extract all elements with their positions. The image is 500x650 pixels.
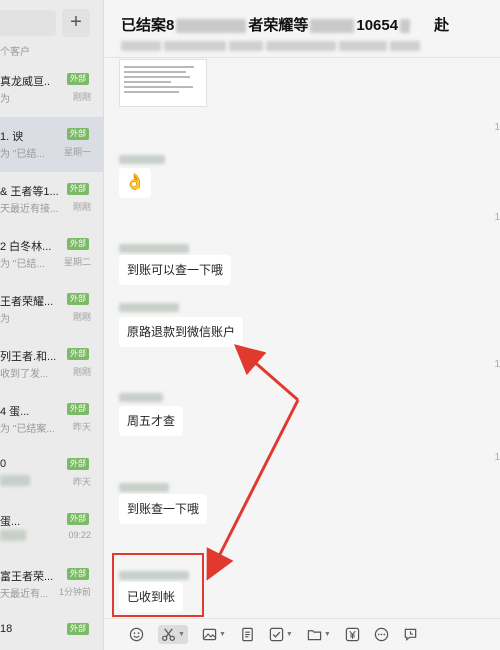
message-bubble[interactable]: 周五才查: [119, 406, 184, 436]
message-time: 1: [494, 122, 500, 133]
conversation-sidebar: + 个客户 真龙威亘.. 外部 为 刚刚 1. 谀 外部 为 "已结... 星期…: [0, 0, 104, 650]
conversation-preview: 为 "已结...: [0, 259, 45, 270]
message-time: 1: [494, 452, 500, 463]
sender-name: [119, 151, 165, 165]
conversation-time: 星期一: [63, 147, 91, 157]
conversation-preview: 为: [0, 314, 10, 325]
conversation-item[interactable]: 0 外部 昨天: [0, 447, 103, 502]
external-tag: 外部: [67, 403, 89, 415]
conversation-name: 2 白冬林...: [0, 241, 52, 253]
add-button[interactable]: +: [62, 9, 90, 37]
search-input[interactable]: [0, 10, 56, 36]
chat-header: 已结案8 者荣耀等 10654 赴: [105, 0, 500, 58]
conversation-time: 09:22: [68, 530, 91, 540]
sender-name: [119, 299, 179, 313]
conversation-name: 列王者.和...: [0, 351, 57, 363]
conversation-time: 刚刚: [72, 367, 91, 377]
emoji-icon[interactable]: [129, 627, 144, 642]
section-label: 个客户: [0, 47, 30, 58]
payment-icon[interactable]: [345, 627, 360, 642]
history-icon[interactable]: [403, 627, 418, 642]
conversation-time: 昨天: [72, 477, 91, 487]
conversation-name: 4 蛋...: [0, 406, 30, 418]
chevron-down-icon[interactable]: ▼: [219, 631, 226, 638]
conversation-name: & 王者等1...: [0, 186, 59, 198]
external-tag: 外部: [67, 348, 89, 360]
conversation-time: 刚刚: [72, 202, 91, 212]
conversation-time: 昨天: [72, 422, 91, 432]
conversation-preview: 收到了发...: [0, 369, 49, 380]
highlight-box: [112, 553, 204, 617]
external-tag: 外部: [67, 238, 89, 250]
message-list: 1 👌 1 到账可以查一下哦 原路退款到微信账户 1 周五才查 1 到账查一下哦…: [105, 59, 500, 618]
conversation-item[interactable]: 2 白冬林... 外部 为 "已结... 星期二: [0, 227, 103, 282]
external-tag: 外部: [67, 128, 89, 140]
message-time: 1: [494, 359, 500, 370]
chat-title-tail: 赴: [434, 17, 450, 34]
conversation-preview: [0, 530, 26, 541]
message-time: 1: [494, 212, 500, 223]
more-icon[interactable]: [374, 627, 389, 642]
conversation-time: 刚刚: [72, 312, 91, 322]
conversation-name: 18: [0, 623, 13, 635]
folder-icon[interactable]: ▼: [307, 627, 331, 642]
conversation-preview: [0, 475, 30, 486]
scissors-icon[interactable]: ▼: [158, 625, 188, 644]
conversation-preview: 为 "已结案...: [0, 424, 55, 435]
external-tag: 外部: [67, 568, 89, 580]
chat-title-end: 10654: [356, 17, 399, 34]
external-tag: 外部: [67, 73, 89, 85]
conversation-time: 刚刚: [72, 92, 91, 102]
conversation-name: 真龙威亘..: [0, 76, 51, 88]
checkbox-icon[interactable]: ▼: [269, 627, 293, 642]
search-row: +: [0, 0, 103, 44]
conversation-time: 1分钟前: [58, 587, 91, 597]
conversation-item[interactable]: & 王者等1... 外部 天最近有接... 刚刚: [0, 172, 103, 227]
message-bubble[interactable]: 原路退款到微信账户: [119, 317, 244, 347]
conversation-item-active[interactable]: 1. 谀 外部 为 "已结... 星期一: [0, 117, 103, 172]
conversation-item[interactable]: 王者荣耀... 外部 为 刚刚: [0, 282, 103, 337]
conversation-time: 星期二: [63, 257, 91, 267]
conversation-item[interactable]: 18 外部: [0, 612, 103, 650]
sender-name: [119, 240, 189, 254]
conversation-name: 蛋...: [0, 516, 21, 528]
chevron-down-icon[interactable]: ▼: [324, 631, 331, 638]
message-bubble[interactable]: 👌: [119, 168, 151, 198]
conversation-name: 王者荣耀...: [0, 296, 54, 308]
sender-name: [119, 479, 169, 493]
message-bubble[interactable]: 到账查一下哦: [119, 494, 208, 524]
conversation-item[interactable]: 4 蛋... 外部 为 "已结案... 昨天: [0, 392, 103, 447]
conversation-name: 1. 谀: [0, 131, 24, 143]
sender-name: [119, 389, 163, 403]
conversation-name: 0: [0, 458, 7, 470]
conversation-preview: 天最近有接...: [0, 204, 59, 215]
chat-title-mid: 者荣耀等: [248, 17, 309, 34]
chevron-down-icon[interactable]: ▼: [178, 631, 185, 638]
conversation-preview: 为 "已结...: [0, 149, 45, 160]
image-icon[interactable]: ▼: [202, 627, 226, 642]
document-icon[interactable]: [240, 627, 255, 642]
chat-subtitle: [121, 38, 423, 56]
conversation-name: 富王者荣...: [0, 571, 54, 583]
chat-title[interactable]: 已结案8 者荣耀等 10654 赴: [121, 14, 449, 35]
conversation-item[interactable]: 列王者.和... 外部 收到了发... 刚刚: [0, 337, 103, 392]
external-tag: 外部: [67, 183, 89, 195]
external-tag: 外部: [67, 458, 89, 470]
conversation-preview: 天最近有...: [0, 589, 49, 600]
input-toolbar: ▼ ▼ ▼ ▼: [105, 618, 500, 650]
document-preview[interactable]: [119, 59, 207, 107]
chat-title-start: 已结案8: [121, 17, 175, 34]
conversation-preview: 为: [0, 94, 10, 105]
conversation-item[interactable]: 蛋... 外部 09:22: [0, 502, 103, 557]
conversation-item[interactable]: 富王者荣... 外部 天最近有... 1分钟前: [0, 557, 103, 612]
conversation-item[interactable]: 真龙威亘.. 外部 为 刚刚: [0, 62, 103, 117]
external-tag: 外部: [67, 293, 89, 305]
message-bubble[interactable]: 到账可以查一下哦: [119, 255, 232, 285]
external-tag: 外部: [67, 513, 89, 525]
chevron-down-icon[interactable]: ▼: [286, 631, 293, 638]
ok-hand-emoji: 👌: [125, 174, 145, 191]
external-tag: 外部: [67, 623, 89, 635]
